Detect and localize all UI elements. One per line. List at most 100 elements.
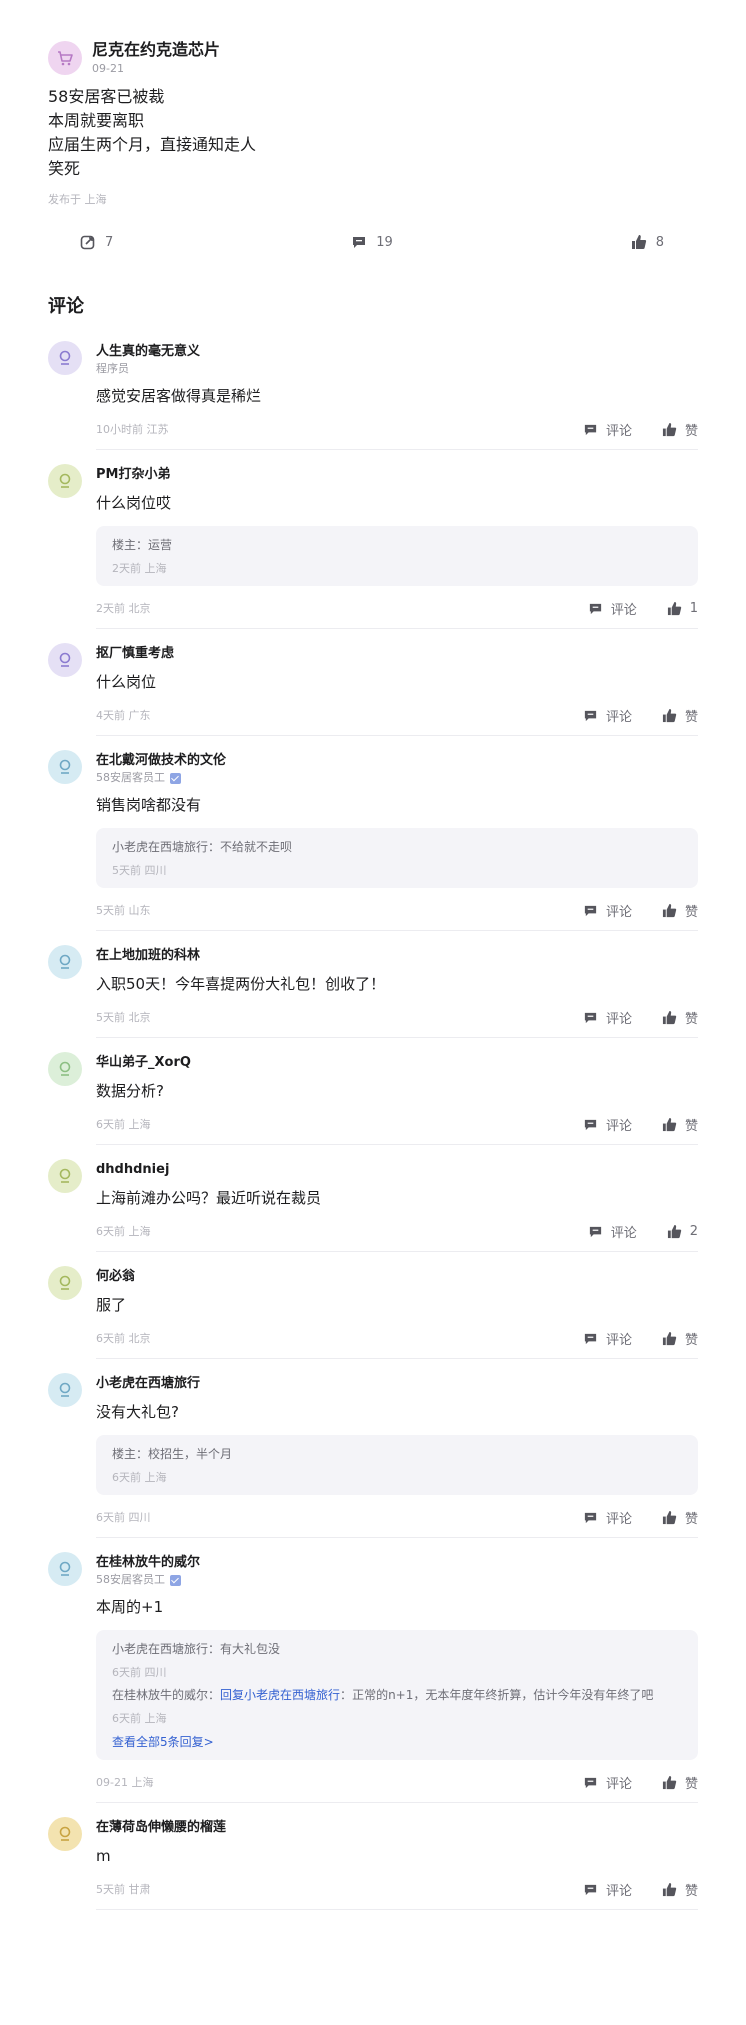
commenter-title: 58安居客员工 <box>96 1572 698 1588</box>
reply-comment-button[interactable]: 评论 <box>583 1508 632 1527</box>
reply-comment-button[interactable]: 评论 <box>583 1008 632 1027</box>
comment-icon <box>584 905 597 916</box>
reply-item[interactable]: 在桂林放牛的威尔：回复小老虎在西塘旅行：正常的n+1，无本年度年终折算，估计今年… <box>112 1686 682 1726</box>
reply-comment-button[interactable]: 评论 <box>588 1222 637 1241</box>
post-action-bar: 7 19 8 <box>48 207 698 255</box>
post-line: 笑死 <box>48 159 81 178</box>
avatar[interactable] <box>48 1052 82 1086</box>
cart-icon <box>58 50 73 65</box>
reply-item[interactable]: 楼主：运营 2天前 上海 <box>112 536 682 576</box>
comment-item: PM打杂小弟 什么岗位哎 楼主：运营 2天前 上海 2天前 北京 评论 1 <box>48 450 698 629</box>
comments-section-title: 评论 <box>48 296 84 317</box>
commenter-name[interactable]: 在薄荷岛伸懒腰的榴莲 <box>96 1817 698 1837</box>
like-count: 赞 <box>684 1118 698 1134</box>
commenter-name[interactable]: PM打杂小弟 <box>96 464 698 484</box>
edit-forward-icon <box>80 235 95 250</box>
comment-icon <box>584 1012 597 1023</box>
commenter-title: 58安居客员工 <box>96 770 698 786</box>
avatar[interactable] <box>48 1159 82 1193</box>
comment-count: 19 <box>376 234 393 250</box>
like-comment-button[interactable]: 赞 <box>662 706 698 725</box>
comment-icon <box>589 1226 601 1237</box>
reply-author[interactable]: 小老虎在西塘旅行 <box>112 1642 208 1656</box>
reply-item[interactable]: 小老虎在西塘旅行：有大礼包没 6天前 四川 <box>112 1640 682 1680</box>
reply-content: 有大礼包没 <box>220 1642 281 1656</box>
forward-button[interactable]: 7 <box>80 234 113 250</box>
like-comment-button[interactable]: 赞 <box>662 1115 698 1134</box>
reply-author[interactable]: 在桂林放牛的威尔 <box>112 1688 208 1702</box>
reply-to-link[interactable]: 回复小老虎在西塘旅行 <box>220 1688 340 1702</box>
reply-meta: 6天前 上海 <box>112 1712 167 1725</box>
view-all-replies-link[interactable]: 查看全部5条回复> <box>112 1734 682 1750</box>
avatar[interactable] <box>48 341 82 375</box>
reply-comment-button[interactable]: 评论 <box>583 1329 632 1348</box>
commenter-name[interactable]: 华山弟子_XorQ <box>96 1052 698 1072</box>
reply-author[interactable]: 小老虎在西塘旅行 <box>112 840 208 854</box>
commenter-name[interactable]: 抠厂慎重考虑 <box>96 643 698 663</box>
reply-comment-button[interactable]: 评论 <box>588 599 637 618</box>
reply-box[interactable]: 小老虎在西塘旅行：有大礼包没 6天前 四川 在桂林放牛的威尔：回复小老虎在西塘旅行：… <box>96 1630 698 1760</box>
avatar[interactable] <box>48 1373 82 1407</box>
comment-action-label: 评论 <box>610 602 637 618</box>
comment-meta: 10小时前 江苏 <box>96 423 169 436</box>
like-comment-button[interactable]: 赞 <box>662 901 698 920</box>
avatar[interactable] <box>48 643 82 677</box>
commenter-name[interactable]: 小老虎在西塘旅行 <box>96 1373 698 1393</box>
commenter-name[interactable]: 在北戴河做技术的文伦 <box>96 750 698 770</box>
thumbs-up-icon <box>667 1224 681 1238</box>
commenter-name[interactable]: 人生真的毫无意义 <box>96 341 698 361</box>
avatar[interactable] <box>48 945 82 979</box>
like-comment-button[interactable]: 2 <box>667 1224 698 1239</box>
thumbs-up-icon <box>662 1775 677 1789</box>
comment-icon <box>584 1333 597 1344</box>
comment-meta: 4天前 广东 <box>96 709 151 722</box>
commenter-name[interactable]: 在上地加班的科林 <box>96 945 698 965</box>
avatar[interactable] <box>48 1266 82 1300</box>
reply-meta: 6天前 上海 <box>112 1471 167 1484</box>
reply-comment-button[interactable]: 评论 <box>583 706 632 725</box>
comment-icon <box>584 1777 597 1788</box>
post-content: 58安居客已被裁 本周就要离职 应届生两个月，直接通知走人 笑死 <box>48 85 698 181</box>
like-comment-button[interactable]: 赞 <box>662 420 698 439</box>
commenter-name[interactable]: dhdhdniej <box>96 1159 698 1179</box>
reply-box[interactable]: 楼主：运营 2天前 上海 <box>96 526 698 586</box>
comment-meta: 2天前 北京 <box>96 602 151 615</box>
avatar[interactable] <box>48 40 82 75</box>
comment-item: dhdhdniej 上海前滩办公吗？最近听说在裁员 6天前 上海 评论 2 <box>48 1145 698 1252</box>
avatar-figure-icon <box>59 1826 71 1841</box>
reply-item[interactable]: 小老虎在西塘旅行：不给就不走呗 5天前 四川 <box>112 838 682 878</box>
reply-comment-button[interactable]: 评论 <box>583 901 632 920</box>
avatar[interactable] <box>48 750 82 784</box>
like-count: 赞 <box>684 1511 698 1527</box>
reply-comment-button[interactable]: 评论 <box>583 1115 632 1134</box>
commenter-name[interactable]: 何必翁 <box>96 1266 698 1286</box>
commenter-name[interactable]: 在桂林放牛的威尔 <box>96 1552 698 1572</box>
reply-box[interactable]: 楼主：校招生，半个月 6天前 上海 <box>96 1435 698 1495</box>
like-comment-button[interactable]: 赞 <box>662 1773 698 1792</box>
like-comment-button[interactable]: 赞 <box>662 1508 698 1527</box>
like-comment-button[interactable]: 1 <box>667 601 698 616</box>
avatar[interactable] <box>48 1552 82 1586</box>
reply-item[interactable]: 楼主：校招生，半个月 6天前 上海 <box>112 1445 682 1485</box>
comment-text: 上海前滩办公吗？最近听说在裁员 <box>96 1189 322 1207</box>
post-location: 发布于 上海 <box>48 193 107 206</box>
like-comment-button[interactable]: 赞 <box>662 1008 698 1027</box>
comment-count-button[interactable]: 19 <box>351 234 393 250</box>
comment-item: 抠厂慎重考虑 什么岗位 4天前 广东 评论 赞 <box>48 629 698 736</box>
reply-comment-button[interactable]: 评论 <box>583 420 632 439</box>
reply-box[interactable]: 小老虎在西塘旅行：不给就不走呗 5天前 四川 <box>96 828 698 888</box>
avatar[interactable] <box>48 464 82 498</box>
like-button[interactable]: 8 <box>631 234 664 250</box>
reply-author[interactable]: 楼主 <box>112 1447 136 1461</box>
reply-comment-button[interactable]: 评论 <box>583 1773 632 1792</box>
comment-action-label: 评论 <box>605 1118 632 1134</box>
thumbs-up-icon <box>662 1117 677 1131</box>
like-comment-button[interactable]: 赞 <box>662 1880 698 1899</box>
comment-text: 数据分析? <box>96 1082 164 1100</box>
avatar[interactable] <box>48 1817 82 1851</box>
like-count: 1 <box>689 600 698 616</box>
reply-author[interactable]: 楼主 <box>112 538 136 552</box>
reply-comment-button[interactable]: 评论 <box>583 1880 632 1899</box>
post-author-name[interactable]: 尼克在约克造芯片 <box>92 40 220 60</box>
like-comment-button[interactable]: 赞 <box>662 1329 698 1348</box>
